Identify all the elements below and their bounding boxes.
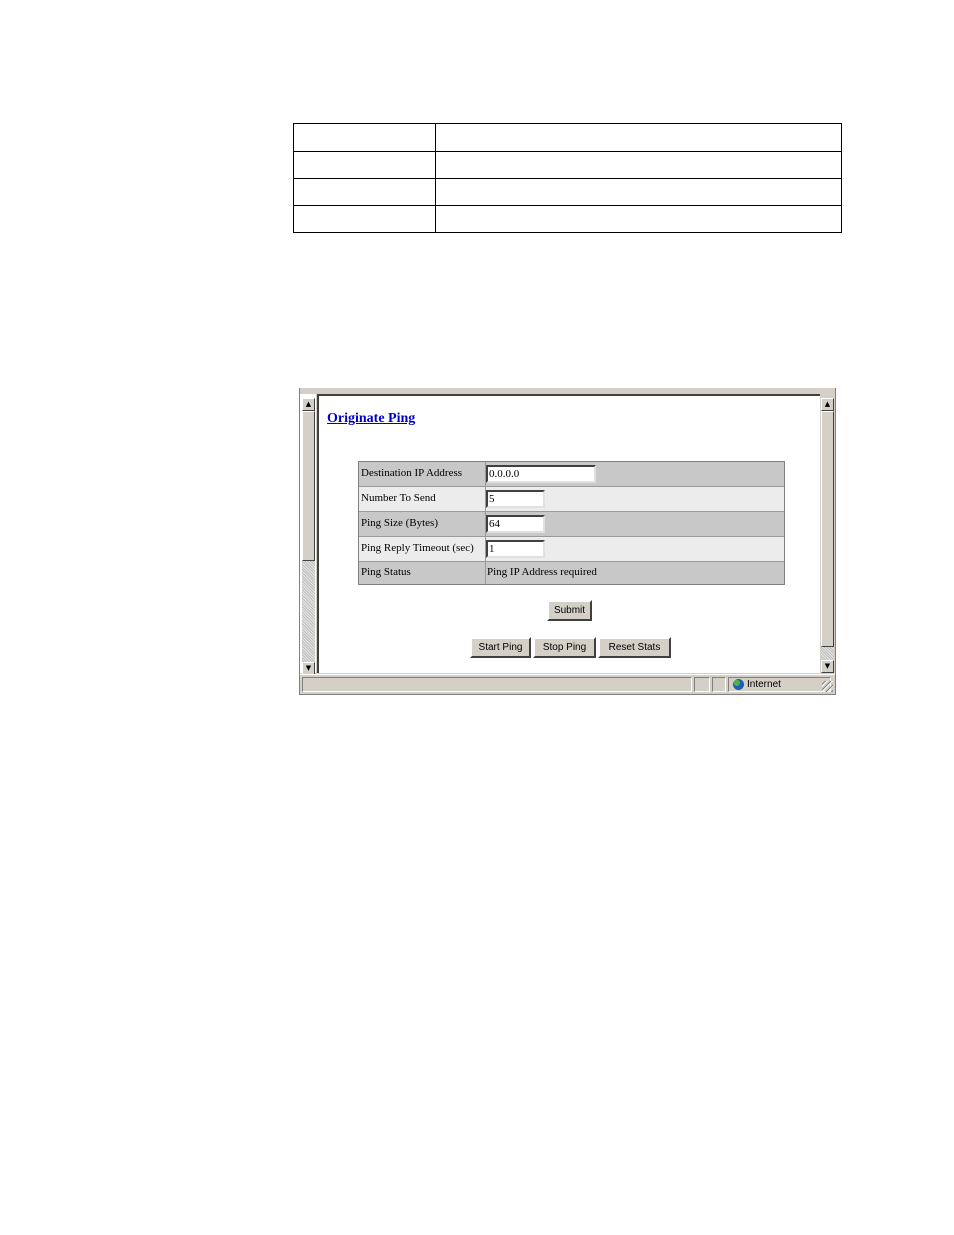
status-pane-small xyxy=(712,677,726,692)
reply-timeout-label: Ping Reply Timeout (sec) xyxy=(361,542,474,554)
form-row-size: Ping Size (Bytes) 64 xyxy=(359,512,784,537)
status-zone-pane: Internet xyxy=(728,677,831,692)
number-to-send-input[interactable]: 5 xyxy=(486,490,545,508)
ping-form-table: Destination IP Address 0.0.0.0 Number To… xyxy=(358,461,785,585)
number-to-send-label: Number To Send xyxy=(361,492,436,504)
form-row-count: Number To Send 5 xyxy=(359,487,784,512)
form-row-timeout: Ping Reply Timeout (sec) 1 xyxy=(359,537,784,562)
status-message-pane xyxy=(302,677,692,692)
status-pane-small xyxy=(694,677,710,692)
browser-window: ▲ ▼ Originate Ping Destination IP Addres… xyxy=(299,388,836,695)
left-scroll-thumb[interactable] xyxy=(302,411,315,561)
frame-left-pane: ▲ ▼ xyxy=(300,394,316,675)
right-scroll-down-button[interactable]: ▼ xyxy=(821,660,834,673)
globe-icon xyxy=(733,679,744,690)
submit-button[interactable]: Submit xyxy=(547,600,592,621)
ping-status-label: Ping Status xyxy=(361,566,411,578)
status-bar: Internet xyxy=(300,674,835,694)
table-row xyxy=(294,151,841,152)
ping-size-input[interactable]: 64 xyxy=(486,515,545,533)
right-scroll-up-button[interactable]: ▲ xyxy=(821,398,834,411)
page-content: Originate Ping Destination IP Address 0.… xyxy=(317,394,820,673)
stop-ping-button[interactable]: Stop Ping xyxy=(533,637,596,658)
reply-timeout-input[interactable]: 1 xyxy=(486,540,545,558)
status-zone-text: Internet xyxy=(747,679,781,690)
reset-stats-button[interactable]: Reset Stats xyxy=(598,637,671,658)
table-row xyxy=(294,205,841,206)
form-row-status: Ping Status Ping IP Address required xyxy=(359,562,784,584)
ping-status-value: Ping IP Address required xyxy=(487,566,597,578)
ping-size-label: Ping Size (Bytes) xyxy=(361,517,438,529)
destination-ip-label: Destination IP Address xyxy=(361,467,463,479)
page-title[interactable]: Originate Ping xyxy=(327,411,415,427)
resize-grip-icon[interactable] xyxy=(822,681,833,692)
document-table xyxy=(293,123,842,233)
form-row-destination: Destination IP Address 0.0.0.0 xyxy=(359,462,784,487)
right-scroll-thumb[interactable] xyxy=(821,411,834,647)
left-scroll-up-button[interactable]: ▲ xyxy=(302,398,315,411)
start-ping-button[interactable]: Start Ping xyxy=(470,637,531,658)
destination-ip-input[interactable]: 0.0.0.0 xyxy=(486,465,596,483)
table-row xyxy=(294,178,841,179)
